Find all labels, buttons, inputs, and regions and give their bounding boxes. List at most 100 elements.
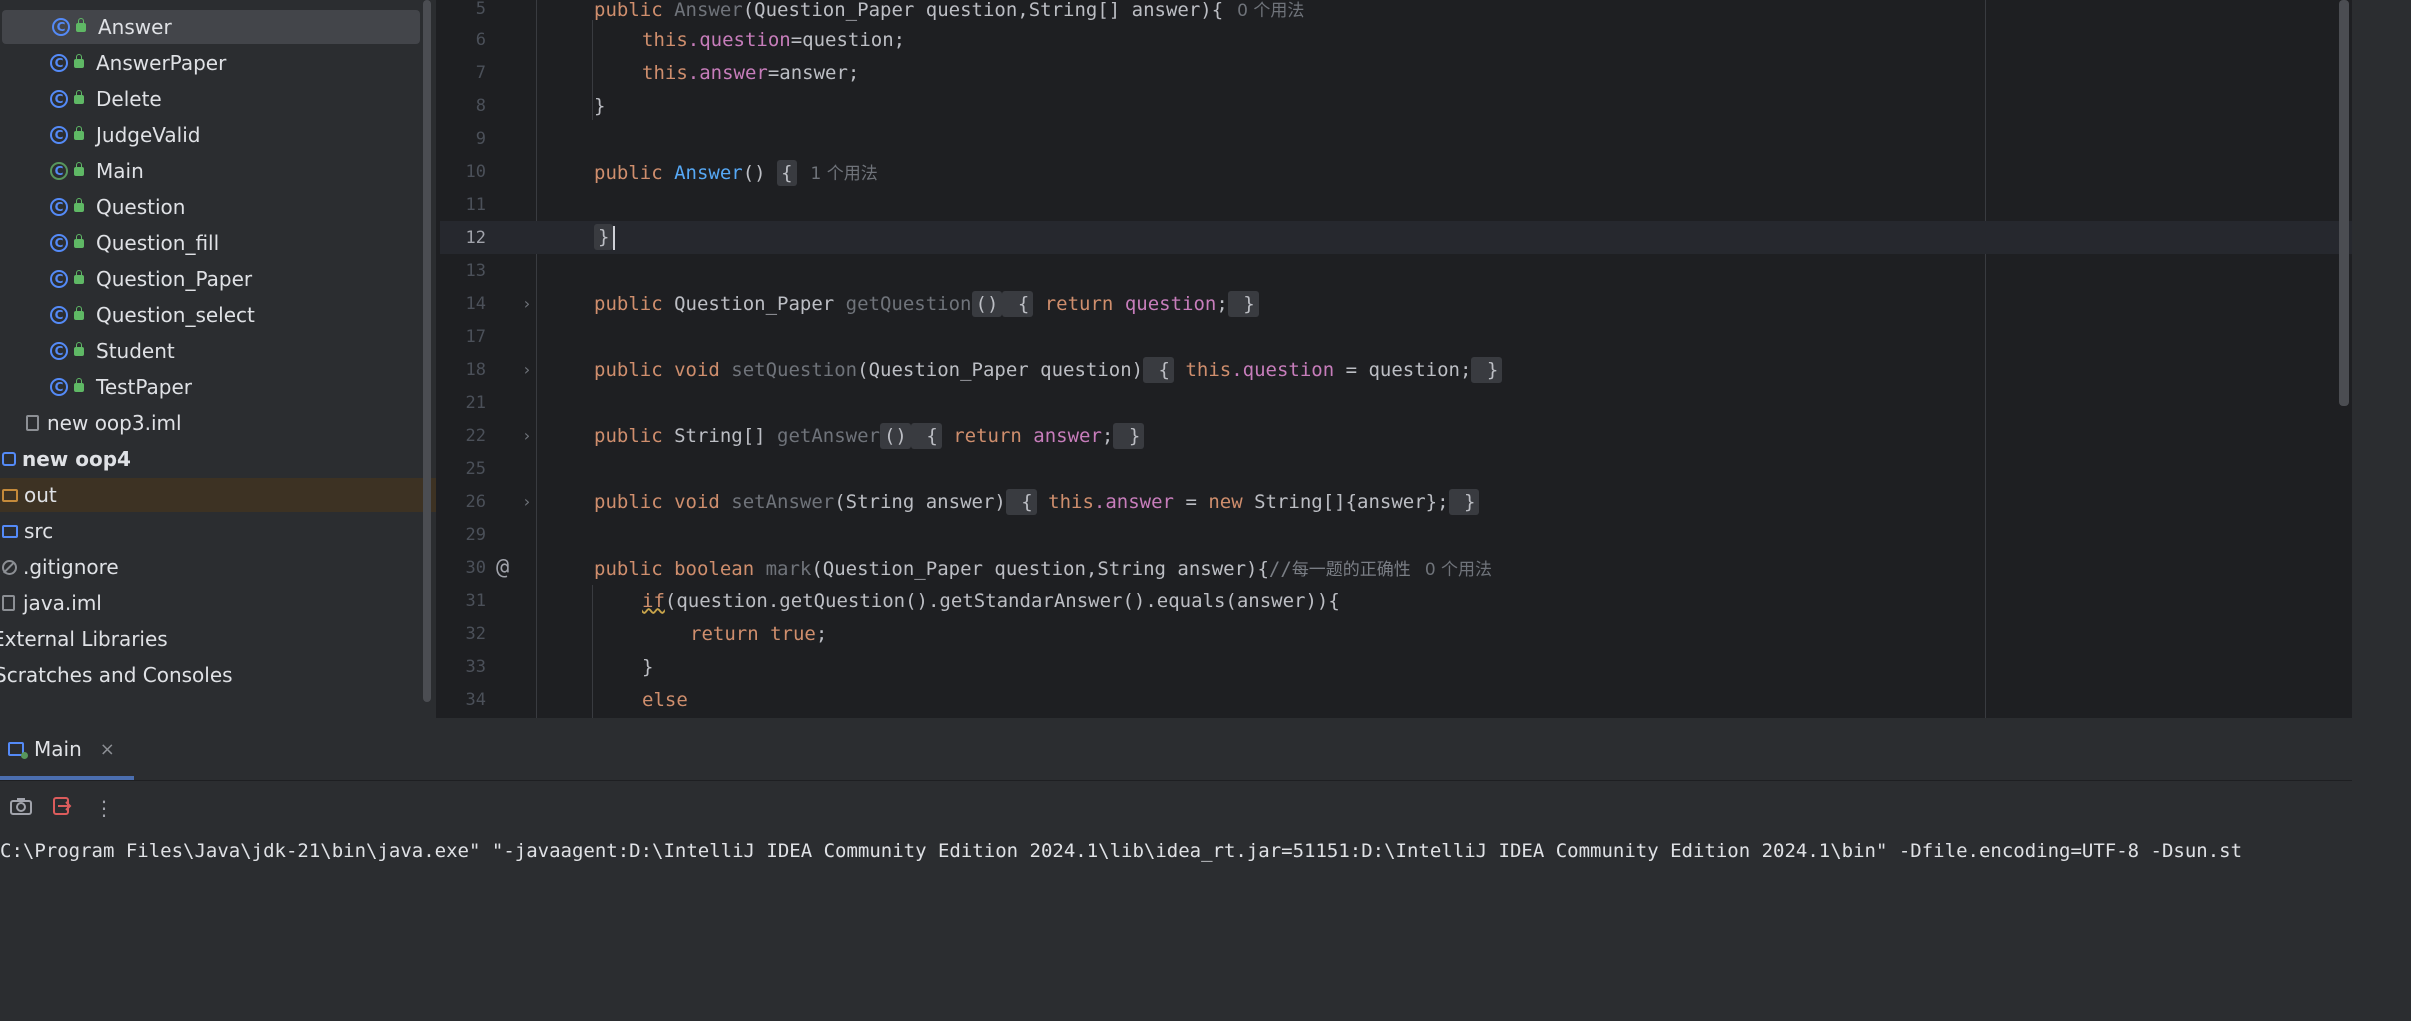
code-text: public String[] getAnswer() { return ans… bbox=[594, 422, 1145, 449]
code-line-31[interactable]: 31 if(question.getQuestion().getStandarA… bbox=[440, 584, 2352, 617]
code-text: } bbox=[594, 224, 616, 250]
tree-item-delete[interactable]: C Delete bbox=[0, 82, 424, 116]
line-number: 30 bbox=[465, 557, 486, 578]
code-line-10[interactable]: 10 public Answer() {1 个用法 bbox=[440, 155, 2352, 188]
exit-icon[interactable] bbox=[52, 796, 72, 821]
editor-scrollbar[interactable] bbox=[2339, 0, 2349, 406]
tree-item-question-select[interactable]: C Question_select bbox=[0, 298, 424, 332]
camera-icon[interactable] bbox=[10, 796, 32, 820]
code-line-9[interactable]: 9 bbox=[440, 122, 2352, 155]
code-line-26[interactable]: 26 › public void setAnswer(String answer… bbox=[440, 485, 2352, 518]
tree-item-label: Main bbox=[96, 159, 144, 183]
code-line-12-current[interactable]: 12 } bbox=[440, 221, 2352, 254]
code-line-17[interactable]: 17 bbox=[440, 320, 2352, 353]
tree-item-src[interactable]: src bbox=[0, 514, 424, 548]
tree-item-question-fill[interactable]: C Question_fill bbox=[0, 226, 424, 260]
code-text: } bbox=[594, 94, 606, 117]
tree-item-student[interactable]: C Student bbox=[0, 334, 424, 368]
line-number: 34 bbox=[465, 689, 486, 710]
code-line-7[interactable]: 7 this.answer=answer; bbox=[440, 56, 2352, 89]
tree-item-question[interactable]: C Question bbox=[0, 190, 424, 224]
iml-file-icon bbox=[2, 595, 15, 611]
fold-chevron-icon[interactable]: › bbox=[522, 360, 532, 379]
line-number: 12 bbox=[465, 227, 486, 248]
more-options-icon[interactable]: ⋮ bbox=[94, 796, 114, 820]
fold-chevron-icon[interactable]: › bbox=[522, 294, 532, 313]
tree-item-label: .gitignore bbox=[23, 555, 119, 579]
line-number: 9 bbox=[475, 128, 486, 149]
class-icon: C bbox=[52, 18, 70, 36]
tree-item-label: out bbox=[24, 483, 57, 507]
code-text: public Answer(Question_Paper question,St… bbox=[594, 0, 1305, 21]
code-line-34[interactable]: 34 else bbox=[440, 683, 2352, 716]
tree-item-judgevalid[interactable]: C JudgeValid bbox=[0, 118, 424, 152]
tree-item-label: new oop3.iml bbox=[47, 411, 182, 435]
tree-scrollbar[interactable] bbox=[423, 0, 431, 702]
right-tool-strip bbox=[2352, 0, 2411, 1021]
fold-chevron-icon[interactable]: › bbox=[522, 492, 532, 511]
tree-item-gitignore[interactable]: .gitignore bbox=[0, 550, 424, 584]
line-number: 5 bbox=[475, 0, 486, 19]
main-class-icon: C bbox=[50, 162, 68, 180]
implements-gutter-icon[interactable]: @ bbox=[496, 555, 509, 580]
close-tab-icon[interactable]: × bbox=[100, 739, 115, 760]
class-icon: C bbox=[50, 198, 68, 216]
tree-item-answer[interactable]: C Answer bbox=[2, 10, 420, 44]
tree-item-label: TestPaper bbox=[96, 375, 193, 399]
code-line-8[interactable]: 8 } bbox=[440, 89, 2352, 122]
code-line-29[interactable]: 29 bbox=[440, 518, 2352, 551]
tree-item-question-paper[interactable]: C Question_Paper bbox=[0, 262, 424, 296]
fold-chevron-icon[interactable]: › bbox=[522, 426, 532, 445]
code-text: public void setAnswer(String answer) { t… bbox=[594, 488, 1480, 515]
class-icon: C bbox=[50, 306, 68, 324]
code-line-6[interactable]: 6 this.question=question; bbox=[440, 23, 2352, 56]
project-tree-panel: C Answer C AnswerPaper C Delete C JudgeV… bbox=[0, 0, 436, 718]
code-text: public void setQuestion(Question_Paper q… bbox=[594, 356, 1503, 383]
code-line-11[interactable]: 11 bbox=[440, 188, 2352, 221]
line-number: 18 bbox=[465, 359, 486, 380]
code-line-22[interactable]: 22 › public String[] getAnswer() { retur… bbox=[440, 419, 2352, 452]
code-line-5[interactable]: 5 public Answer(Question_Paper question,… bbox=[440, 0, 2352, 25]
code-line-32[interactable]: 32 return true; bbox=[440, 617, 2352, 650]
code-line-18[interactable]: 18 › public void setQuestion(Question_Pa… bbox=[440, 353, 2352, 386]
text-caret bbox=[613, 225, 616, 250]
code-text: else bbox=[642, 688, 688, 711]
lock-icon bbox=[74, 161, 84, 176]
lock-icon bbox=[74, 269, 84, 284]
class-icon: C bbox=[50, 54, 68, 72]
run-tool-window: Main × ⋮ C:\Program Files\Java\jdk-21\bi… bbox=[0, 718, 2352, 1021]
lock-icon bbox=[74, 305, 84, 320]
tree-item-label: External Libraries bbox=[0, 627, 168, 651]
class-icon: C bbox=[50, 270, 68, 288]
code-editor[interactable]: 5 public Answer(Question_Paper question,… bbox=[440, 0, 2352, 718]
tree-item-label: Question_fill bbox=[96, 231, 220, 255]
code-line-30[interactable]: 30 @ public boolean mark(Question_Paper … bbox=[440, 551, 2352, 584]
excluded-folder-icon bbox=[2, 488, 18, 502]
tree-item-label: new oop4 bbox=[22, 447, 131, 471]
lock-icon bbox=[74, 341, 84, 356]
tree-item-new-oop4[interactable]: new oop4 bbox=[0, 442, 424, 476]
run-tab-main[interactable]: Main × bbox=[8, 732, 115, 766]
code-line-33[interactable]: 33 } bbox=[440, 650, 2352, 683]
tree-item-new-oop3-iml[interactable]: new oop3.iml bbox=[0, 406, 424, 440]
tree-item-label: Question bbox=[96, 195, 186, 219]
code-line-14[interactable]: 14 › public Question_Paper getQuestion()… bbox=[440, 287, 2352, 320]
tree-item-testpaper[interactable]: C TestPaper bbox=[0, 370, 424, 404]
line-number: 25 bbox=[465, 458, 486, 479]
tree-item-label: Scratches and Consoles bbox=[0, 663, 233, 687]
tree-item-main[interactable]: C Main bbox=[0, 154, 424, 188]
tree-item-external-libraries[interactable]: External Libraries bbox=[0, 622, 416, 656]
line-number: 21 bbox=[465, 392, 486, 413]
tree-item-scratches[interactable]: Scratches and Consoles bbox=[0, 658, 418, 692]
tree-item-out[interactable]: out bbox=[0, 478, 436, 512]
console-output-line: C:\Program Files\Java\jdk-21\bin\java.ex… bbox=[0, 840, 2243, 862]
tree-item-label: src bbox=[24, 519, 54, 543]
code-line-13[interactable]: 13 bbox=[440, 254, 2352, 287]
tree-item-java-iml[interactable]: java.iml bbox=[0, 586, 424, 620]
lock-icon bbox=[74, 233, 84, 248]
code-line-25[interactable]: 25 bbox=[440, 452, 2352, 485]
tree-item-label: Student bbox=[96, 339, 175, 363]
code-text: public Question_Paper getQuestion() { re… bbox=[594, 290, 1259, 317]
code-line-21[interactable]: 21 bbox=[440, 386, 2352, 419]
tree-item-answerpaper[interactable]: C AnswerPaper bbox=[0, 46, 424, 80]
